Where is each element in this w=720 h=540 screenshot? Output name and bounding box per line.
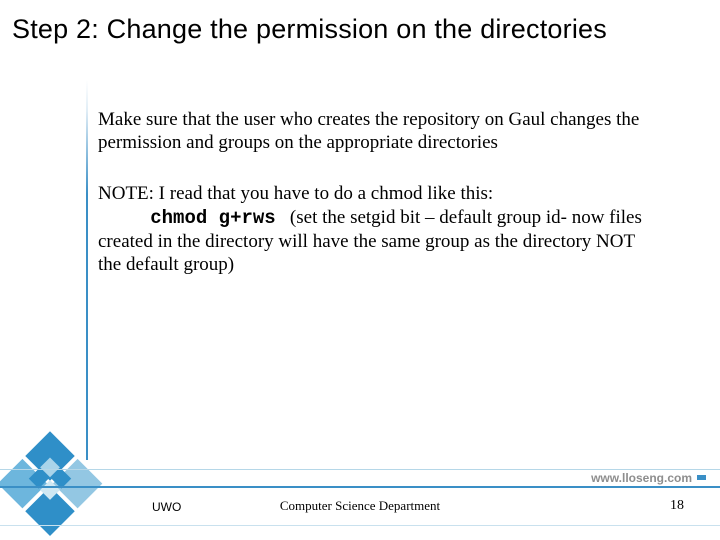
divider-line-bottom [0, 525, 720, 526]
code-snippet: chmod g+rws [150, 207, 275, 229]
footer-url: www.lloseng.com [591, 471, 692, 485]
divider-line [0, 486, 720, 488]
page-number: 18 [670, 498, 684, 514]
body-text: Make sure that the user who creates the … [98, 108, 653, 276]
paragraph-1: Make sure that the user who creates the … [98, 108, 653, 154]
corner-decoration [0, 430, 130, 540]
footer-center: Computer Science Department [0, 498, 720, 514]
code-indent [98, 207, 150, 228]
paragraph-2: NOTE: I read that you have to do a chmod… [98, 182, 653, 276]
slide-title: Step 2: Change the permission on the dir… [12, 14, 607, 45]
vertical-rule [86, 80, 88, 460]
divider-line-thin [0, 469, 720, 470]
url-endcap [697, 475, 706, 480]
note-line: NOTE: I read that you have to do a chmod… [98, 183, 493, 204]
slide: Step 2: Change the permission on the dir… [0, 0, 720, 540]
